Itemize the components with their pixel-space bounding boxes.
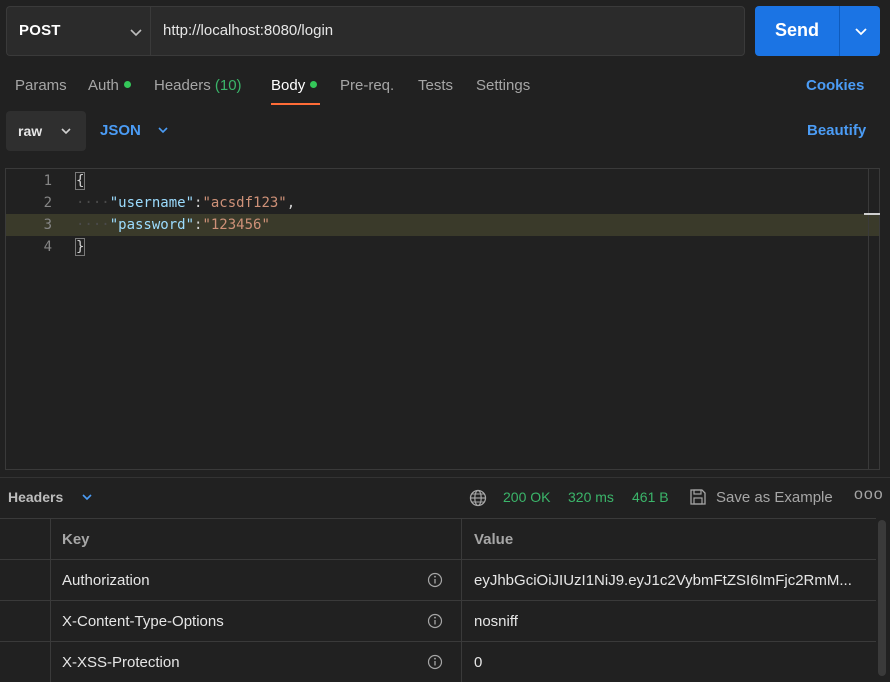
status-code[interactable]: 200 OK <box>503 489 550 505</box>
cookies-link[interactable]: Cookies <box>806 77 864 94</box>
header-value: 0 <box>474 654 483 671</box>
code-line: 2 ····"username":"acsdf123", <box>6 192 879 214</box>
column-divider <box>50 519 51 559</box>
header-value: nosniff <box>474 613 518 630</box>
tab-label: Pre-req. <box>340 77 395 94</box>
column-divider <box>461 560 462 600</box>
chevron-down-icon[interactable] <box>78 488 96 506</box>
open-brace: { <box>74 172 86 190</box>
info-icon[interactable] <box>426 653 444 671</box>
line-number: 4 <box>43 239 52 255</box>
response-section-select[interactable]: Headers <box>8 489 63 505</box>
tab-count: (10) <box>214 77 242 94</box>
code-line-highlighted: 3 ····"password":"123456" <box>6 214 879 236</box>
response-size[interactable]: 461 B <box>632 489 669 505</box>
format-select[interactable]: JSON <box>100 122 141 139</box>
line-number: 3 <box>43 217 52 233</box>
tab-params[interactable]: Params <box>15 77 67 94</box>
table-header-row: Key Value <box>0 518 876 559</box>
table-row[interactable]: Authorization eyJhbGciOiJIUzI1NiJ9.eyJ1c… <box>0 559 876 600</box>
json-string: "acsdf123" <box>202 195 287 211</box>
json-key: "password" <box>109 217 195 233</box>
tab-label: Settings <box>476 77 531 94</box>
cursor-marker <box>864 213 880 215</box>
column-header-value: Value <box>474 531 514 548</box>
tab-headers[interactable]: Headers (10) <box>154 77 242 94</box>
code-line: 1 { <box>6 170 879 192</box>
column-divider <box>50 601 51 641</box>
json-key: "username" <box>109 195 195 211</box>
column-divider <box>461 642 462 682</box>
body-mode-label: raw <box>18 123 43 139</box>
body-editor[interactable]: 1 { 2 ····"username":"acsdf123", 3 ····"… <box>5 168 880 470</box>
column-divider <box>50 560 51 600</box>
chevron-down-icon[interactable] <box>849 19 873 43</box>
column-header-key: Key <box>62 531 90 548</box>
tab-pre-request[interactable]: Pre-req. <box>340 77 394 94</box>
header-key: X-Content-Type-Options <box>62 613 224 630</box>
tab-body[interactable]: Body <box>271 77 318 94</box>
header-value: eyJhbGciOiJIUzI1NiJ9.eyJ1c2VybmFtZSI6ImF… <box>474 572 852 589</box>
chevron-down-icon <box>61 128 71 135</box>
status-dot <box>310 81 318 88</box>
beautify-button[interactable]: Beautify <box>807 122 866 139</box>
send-button[interactable]: Send <box>755 6 880 56</box>
body-mode-select[interactable]: raw <box>6 111 86 151</box>
info-icon[interactable] <box>426 571 444 589</box>
line-number: 2 <box>43 195 52 211</box>
chevron-down-icon <box>130 29 142 37</box>
line-number: 1 <box>43 173 52 189</box>
close-brace: } <box>74 238 86 256</box>
tab-label: Auth <box>88 77 119 94</box>
url-text: http://localhost:8080/login <box>163 22 334 39</box>
save-icon[interactable] <box>688 487 708 507</box>
tab-label: Headers <box>154 77 211 94</box>
table-scrollbar[interactable] <box>878 520 886 676</box>
globe-icon[interactable] <box>468 488 488 508</box>
tab-label: Body <box>271 77 306 94</box>
column-divider <box>461 519 462 559</box>
active-tab-indicator <box>271 103 320 105</box>
comma: , <box>286 195 296 211</box>
method-label: POST <box>19 22 61 39</box>
tab-auth[interactable]: Auth <box>88 77 131 94</box>
save-as-example-button[interactable]: Save as Example <box>716 489 833 506</box>
response-time[interactable]: 320 ms <box>568 489 614 505</box>
header-key: Authorization <box>62 572 150 589</box>
url-input[interactable]: http://localhost:8080/login <box>150 6 745 56</box>
more-options-icon[interactable]: ooo <box>854 486 884 504</box>
json-string: "123456" <box>202 217 270 233</box>
table-row[interactable]: X-Content-Type-Options nosniff <box>0 600 876 641</box>
column-divider <box>461 601 462 641</box>
info-icon[interactable] <box>426 612 444 630</box>
tab-tests[interactable]: Tests <box>418 77 453 94</box>
header-key: X-XSS-Protection <box>62 654 180 671</box>
indent-guide: ···· <box>76 195 110 211</box>
send-label: Send <box>775 20 820 40</box>
tab-label: Tests <box>418 77 454 94</box>
send-divider <box>839 6 840 56</box>
divider <box>0 477 890 478</box>
method-selector[interactable]: POST <box>6 6 150 56</box>
tab-label: Params <box>15 77 67 94</box>
chevron-down-icon[interactable] <box>153 120 173 140</box>
status-dot <box>123 81 131 88</box>
response-headers-table: Key Value Authorization eyJhbGciOiJIUzI1… <box>0 518 876 682</box>
tab-settings[interactable]: Settings <box>476 77 530 94</box>
indent-guide: ···· <box>76 217 110 233</box>
column-divider <box>50 642 51 682</box>
code-line: 4 } <box>6 236 879 258</box>
